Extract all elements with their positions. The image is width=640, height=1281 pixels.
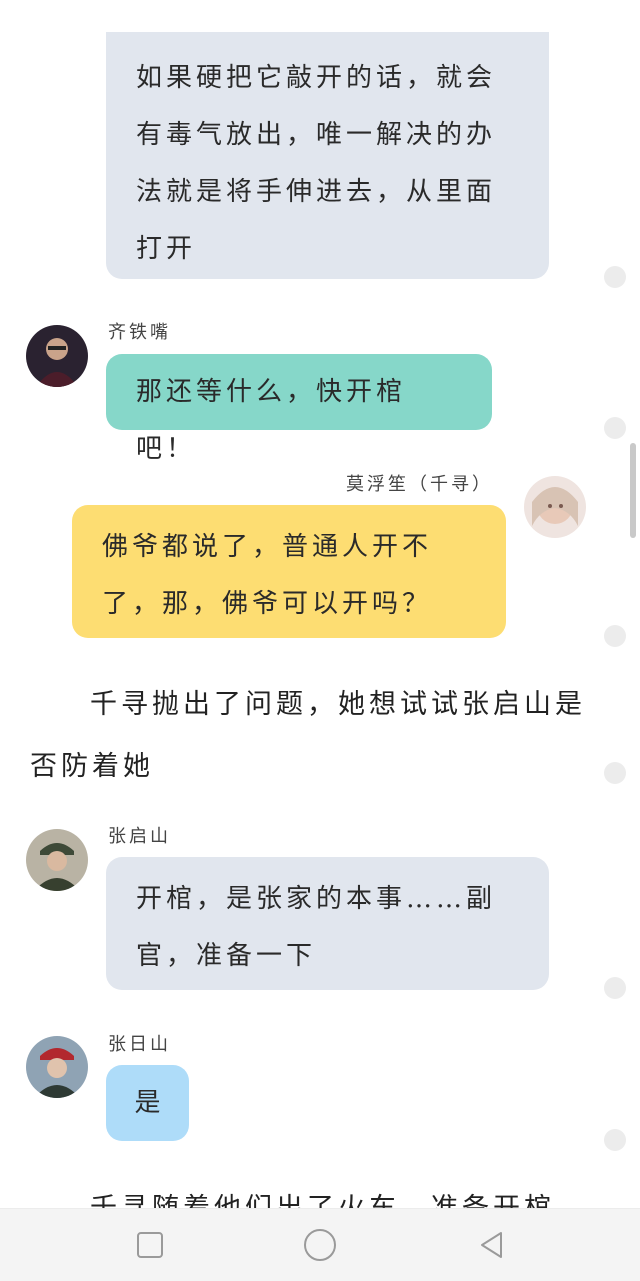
message-dot[interactable] [604,977,626,999]
avatar-mo-fusheng[interactable] [524,476,586,538]
message-bubble: 如果硬把它敲开的话，就会有毒气放出，唯一解决的办法就是将手伸进去，从里面打开 [106,32,549,279]
message-dot[interactable] [604,762,626,784]
message-text: 佛爷都说了，普通人开不了，那，佛爷可以开吗？ [102,532,433,619]
message-bubble: 那还等什么，快开棺吧！ [106,354,492,464]
avatar-zhang-rishan[interactable] [26,1036,88,1098]
sender-name: 莫浮笙（千寻） [346,474,493,495]
triangle-back-icon[interactable] [474,1227,510,1263]
message-bubble: 佛爷都说了，普通人开不了，那，佛爷可以开吗？ [72,505,506,638]
avatar-qi-tiezui[interactable] [26,325,88,387]
message-dot[interactable] [604,625,626,647]
avatar-zhang-qishan[interactable] [26,829,88,891]
sender-name: 张日山 [108,1034,171,1055]
scrollbar[interactable] [630,443,636,538]
navigation-bar [0,1208,640,1281]
message-text: 开棺，是张家的本事……副官，准备一下 [136,884,497,971]
message-text: 是 [134,1088,161,1118]
sender-name: 齐铁嘴 [108,322,171,343]
message-bubble: 开棺，是张家的本事……副官，准备一下 [106,857,549,990]
square-recents-icon[interactable] [132,1227,168,1263]
narration-text: 千寻抛出了问题，她想试试张启山是否防着她 [30,689,586,782]
message-bubble: 是 [106,1065,189,1141]
message-text: 那还等什么，快开棺吧！ [136,377,407,464]
message-dot[interactable] [604,266,626,288]
message-dot[interactable] [604,417,626,439]
sender-name: 张启山 [108,826,171,847]
message-dot[interactable] [604,1129,626,1151]
message-text: 如果硬把它敲开的话，就会有毒气放出，唯一解决的办法就是将手伸进去，从里面打开 [136,63,497,264]
circle-home-icon[interactable] [302,1227,338,1263]
